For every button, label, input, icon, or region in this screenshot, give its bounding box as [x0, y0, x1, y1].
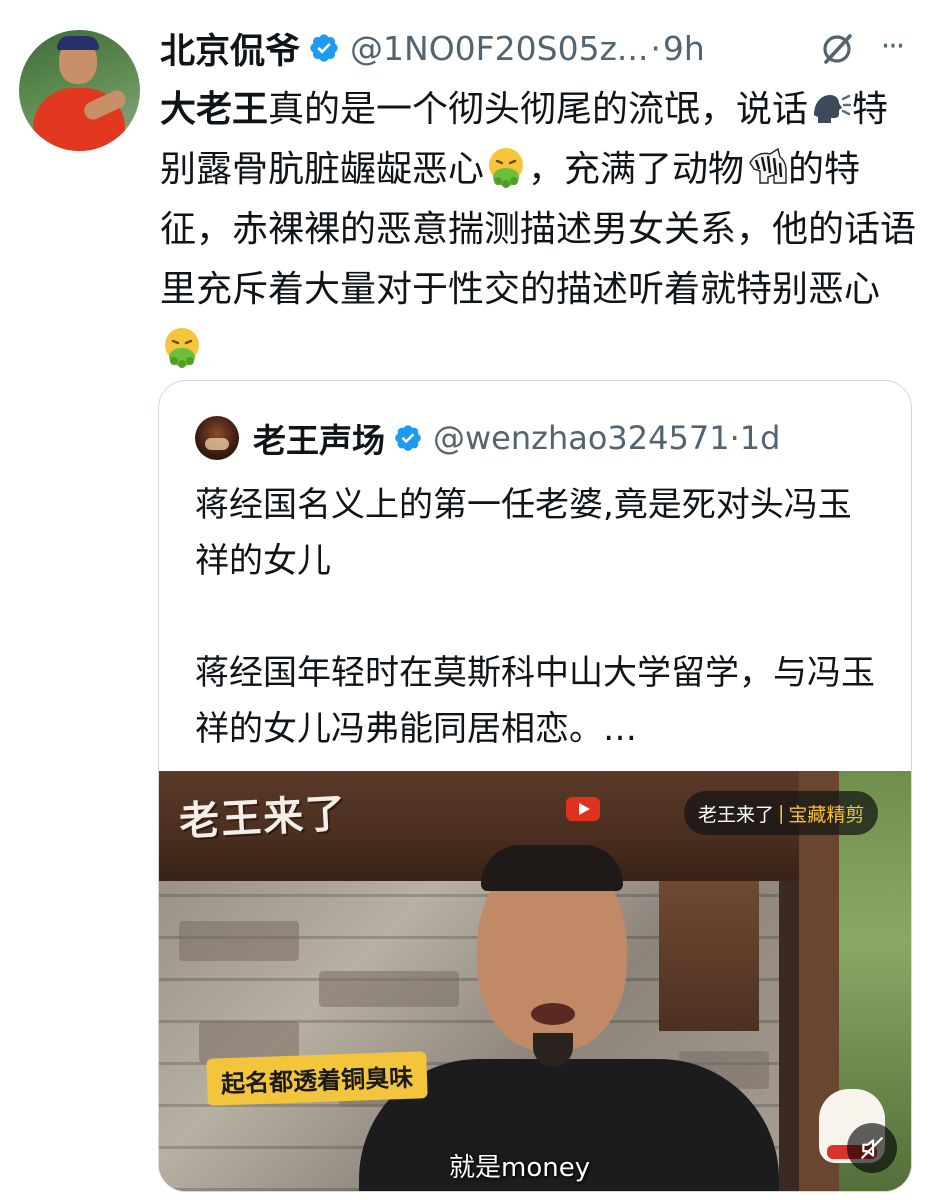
- video-title-overlay: 老王来了: [178, 789, 349, 846]
- tweet-text: 大老王真的是一个彻头彻尾的流氓，说话 特别露骨肮脏龌龊恶心 ，充满了动物 的特征，赤裸…: [160, 80, 920, 380]
- quoted-tweet-text: 蒋经国名义上的第一任老婆,竟是死对头冯玉祥的女儿 蒋经国年轻时在莫斯科中山大学留…: [195, 477, 885, 757]
- separator-dot: ·: [729, 419, 740, 457]
- separator-dot: ·: [650, 28, 661, 68]
- speaking-head-icon: [808, 85, 852, 129]
- verified-badge-icon: [393, 423, 423, 453]
- tweet[interactable]: 北京侃爷 @1NO0F20S05z... · 9h ··· 大老王真的是一个彻头…: [0, 0, 931, 1200]
- vomiting-face-icon: [484, 145, 528, 189]
- quoted-tweet-header: 老王声场 @wenzhao324571 · 1d: [195, 413, 895, 463]
- video-caption-tag: 起名都透着铜臭味: [206, 1051, 428, 1106]
- tweet-text-bold-lead: 大老王: [160, 89, 269, 130]
- video-person-hair: [481, 845, 623, 891]
- video-player[interactable]: 老王来了 老王来了 | 宝藏精剪 起名都透着铜臭味 就是money: [159, 771, 911, 1191]
- vomiting-face-icon: [160, 325, 204, 369]
- author-avatar[interactable]: [19, 30, 140, 151]
- tweet-text-part: 真的是一个彻头彻尾的流氓，说话: [268, 89, 809, 130]
- channel-badge-sub: 宝藏精剪: [788, 803, 865, 826]
- quoted-author-handle[interactable]: @wenzhao324571: [433, 419, 730, 457]
- youtube-icon: [566, 797, 600, 821]
- channel-badge: 老王来了 | 宝藏精剪: [684, 791, 879, 835]
- grok-icon[interactable]: [818, 30, 856, 68]
- video-person-mouth: [531, 1003, 575, 1025]
- quoted-tweet[interactable]: 老王声场 @wenzhao324571 · 1d 蒋经国名义上的第一任老婆,竟是…: [158, 380, 912, 1192]
- quoted-tweet-time[interactable]: 1d: [740, 419, 781, 457]
- verified-badge-icon: [308, 32, 340, 64]
- channel-badge-main: 老王来了: [698, 803, 775, 826]
- tweet-text-part: ，充满了动物: [528, 149, 745, 190]
- author-handle[interactable]: @1NO0F20S05z...: [350, 29, 648, 68]
- author-name[interactable]: 北京侃爷: [160, 23, 300, 74]
- channel-badge-bar: |: [778, 802, 785, 824]
- more-options-icon[interactable]: ···: [874, 28, 910, 66]
- quoted-author-name[interactable]: 老王声场: [253, 414, 385, 462]
- quoted-author-avatar[interactable]: [195, 416, 239, 460]
- zebra-icon: [744, 145, 788, 189]
- quoted-paragraph-1: 蒋经国名义上的第一任老婆,竟是死对头冯玉祥的女儿: [195, 485, 852, 581]
- tweet-header: 北京侃爷 @1NO0F20S05z... · 9h: [160, 22, 920, 74]
- video-subtitle: 就是money: [449, 1153, 591, 1183]
- mute-icon[interactable]: [847, 1123, 897, 1173]
- quoted-paragraph-2: 蒋经国年轻时在莫斯科中山大学留学，与冯玉祥的女儿冯弗能同居相恋。…: [195, 653, 875, 749]
- tweet-time[interactable]: 9h: [663, 29, 705, 68]
- video-beam: [659, 881, 759, 1031]
